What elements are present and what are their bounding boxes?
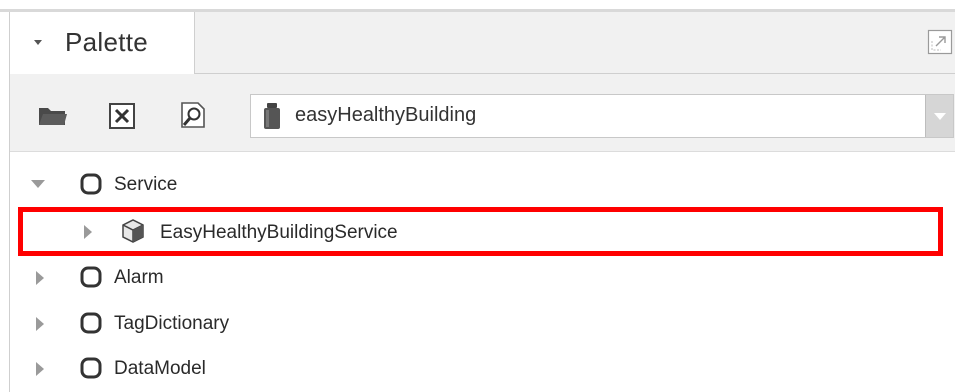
tree-row-tagdictionary[interactable]: TagDictionary — [10, 302, 955, 346]
folder-icon — [80, 312, 102, 334]
highlight-annotation — [18, 207, 943, 256]
palette-header: Palette — [10, 12, 955, 74]
collapse-caret-icon[interactable] — [34, 40, 42, 45]
window-top-strip — [0, 0, 955, 9]
folder-icon — [80, 173, 102, 195]
tree-item-label: DataModel — [114, 358, 206, 379]
tree-row-datamodel[interactable]: DataModel — [10, 346, 955, 390]
folder-icon — [80, 357, 102, 379]
tree-row-alarm[interactable]: Alarm — [10, 256, 955, 300]
maximize-icon[interactable] — [927, 29, 953, 55]
collapsed-caret-icon[interactable] — [36, 271, 44, 285]
palette-tree: Service EasyHealthyBuildingService Alarm — [10, 152, 955, 392]
find-module-icon[interactable] — [178, 100, 208, 130]
chevron-down-icon — [934, 113, 946, 120]
palette-toolbar: easyHealthyBuilding — [10, 74, 955, 152]
folder-open-icon[interactable] — [38, 104, 68, 128]
collapsed-caret-icon[interactable] — [36, 362, 44, 376]
palette-tab[interactable]: Palette — [10, 12, 195, 74]
dropdown-button[interactable] — [925, 95, 953, 137]
module-selector-value: easyHealthyBuilding — [295, 104, 477, 126]
expanded-caret-icon[interactable] — [31, 180, 45, 188]
close-palette-icon[interactable] — [108, 102, 136, 130]
tree-item-label: Alarm — [114, 267, 164, 288]
module-selector-dropdown[interactable]: easyHealthyBuilding — [250, 94, 954, 138]
folder-icon — [80, 266, 102, 288]
tree-item-label: Service — [114, 174, 178, 195]
tree-item-label: TagDictionary — [114, 313, 230, 334]
jar-icon — [263, 102, 281, 130]
collapsed-caret-icon[interactable] — [36, 317, 44, 331]
palette-title: Palette — [65, 27, 149, 57]
tree-row-service[interactable]: Service — [10, 162, 955, 206]
